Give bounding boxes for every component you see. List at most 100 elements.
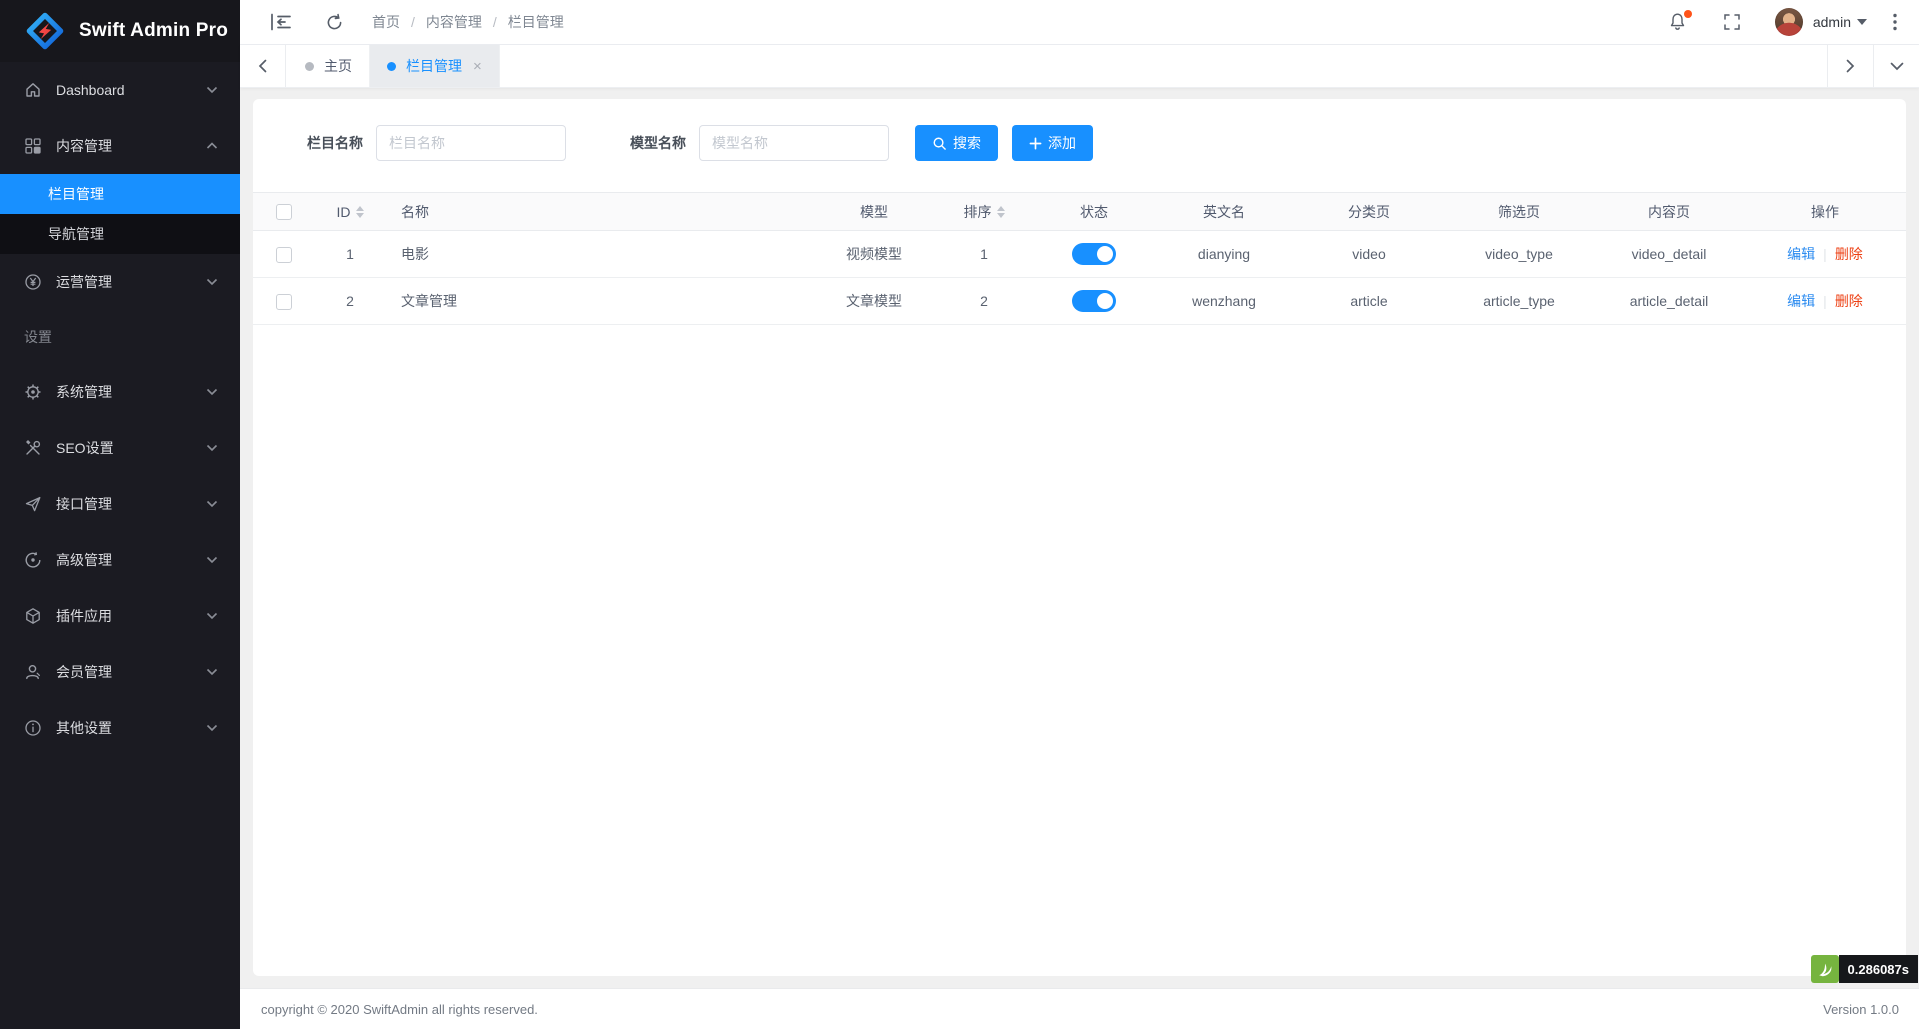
sort-caret-icon[interactable] [356,206,364,218]
breadcrumb-column-mgmt[interactable]: 栏目管理 [508,12,564,32]
cube-icon [24,607,42,625]
notification-bell-icon[interactable] [1668,12,1687,32]
sidebar-item-other-settings[interactable]: 其他设置 [0,700,240,756]
add-button[interactable]: 添加 [1012,125,1093,161]
app-logo[interactable]: Swift Admin Pro [0,0,240,62]
tabs-menu-chevron-icon[interactable] [1873,45,1919,87]
sidebar-submenu-content: 栏目管理 导航管理 [0,174,240,254]
search-button-label: 搜索 [953,133,981,153]
open-tabs: 主页 栏目管理 × [288,45,500,87]
add-button-label: 添加 [1048,133,1076,153]
sidebar-section-settings: 设置 [0,310,240,364]
sidebar: Swift Admin Pro Dashboard 内容管理 [0,0,240,1029]
content-card: 栏目名称 模型名称 搜索 添加 [253,99,1906,976]
sidebar-item-label: 其他设置 [56,718,112,738]
chevron-down-icon [206,556,218,564]
sidebar-item-seo-settings[interactable]: SEO设置 [0,420,240,476]
chevron-down-icon [206,86,218,94]
sidebar-collapse-icon[interactable] [270,13,292,31]
footer: copyright © 2020 SwiftAdmin all rights r… [240,988,1919,1029]
cell-sort: 2 [934,278,1034,325]
delete-link[interactable]: 删除 [1835,293,1863,309]
cell-en-name: dianying [1154,231,1294,278]
sidebar-item-label: 插件应用 [56,606,112,626]
more-options-icon[interactable] [1893,13,1897,31]
cell-filter-page: video_type [1444,231,1594,278]
column-header-filter-page: 筛选页 [1444,193,1594,231]
column-header-id[interactable]: ID [337,204,351,220]
tab-close-icon[interactable]: × [473,59,482,74]
cell-sort: 1 [934,231,1034,278]
cell-category-page: article [1294,278,1444,325]
action-separator: | [1823,293,1827,309]
column-header-actions: 操作 [1744,193,1906,231]
content-area: 栏目名称 模型名称 搜索 添加 [240,88,1919,988]
chevron-down-icon [206,388,218,396]
sidebar-item-label: 会员管理 [56,662,112,682]
send-icon [24,495,42,513]
chevron-down-icon [206,278,218,286]
refresh-icon[interactable] [325,13,344,32]
info-icon [24,719,42,737]
user-avatar[interactable] [1775,8,1803,36]
gear-icon [24,383,42,401]
chevron-down-icon [206,612,218,620]
sidebar-item-plugins[interactable]: 插件应用 [0,588,240,644]
model-name-input[interactable] [699,125,889,161]
column-header-content-page: 内容页 [1594,193,1744,231]
sidebar-item-dashboard[interactable]: Dashboard [0,62,240,118]
app-root: Swift Admin Pro Dashboard 内容管理 [0,0,1919,1029]
delete-link[interactable]: 删除 [1835,246,1863,262]
sidebar-item-column-mgmt[interactable]: 栏目管理 [0,174,240,214]
render-time-value: 0.286087s [1839,955,1918,983]
sidebar-item-label: SEO设置 [56,438,114,458]
cell-content-page: video_detail [1594,231,1744,278]
sidebar-item-member-mgmt[interactable]: 会员管理 [0,644,240,700]
search-icon [932,136,947,151]
status-toggle[interactable] [1072,243,1116,265]
sidebar-item-content-mgmt[interactable]: 内容管理 [0,118,240,174]
sidebar-item-api-mgmt[interactable]: 接口管理 [0,476,240,532]
edit-link[interactable]: 编辑 [1787,246,1815,262]
column-name-input[interactable] [376,125,566,161]
sidebar-item-advanced-mgmt[interactable]: 高级管理 [0,532,240,588]
columns-table: ID 名称 模型 排序 状态 英文名 分类页 筛选页 内容页 操作 [253,192,1906,325]
grid-icon [24,137,42,155]
top-navbar: 首页 / 内容管理 / 栏目管理 admin [240,0,1919,45]
notification-dot [1684,10,1692,18]
sidebar-item-nav-mgmt[interactable]: 导航管理 [0,214,240,254]
search-button[interactable]: 搜索 [915,125,998,161]
cell-name: 文章管理 [385,278,814,325]
row-checkbox[interactable] [276,247,292,263]
sidebar-item-operations-mgmt[interactable]: 运营管理 [0,254,240,310]
row-checkbox[interactable] [276,294,292,310]
cell-name: 电影 [385,231,814,278]
select-all-checkbox[interactable] [276,204,292,220]
status-toggle[interactable] [1072,290,1116,312]
sort-caret-icon[interactable] [997,206,1005,218]
column-name-label: 栏目名称 [307,133,363,153]
user-dropdown-caret-icon[interactable] [1857,19,1867,25]
chevron-down-icon [206,500,218,508]
thinkphp-logo-icon [1811,955,1839,983]
tabs-scroll-right-icon[interactable] [1827,45,1873,87]
chevron-down-icon [206,444,218,452]
copyright-text: copyright © 2020 SwiftAdmin all rights r… [261,1002,538,1017]
logo-diamond-icon [26,12,64,50]
username-label[interactable]: admin [1813,14,1851,30]
sidebar-item-system-mgmt[interactable]: 系统管理 [0,364,240,420]
version-text: Version 1.0.0 [1823,1002,1899,1017]
cell-filter-page: article_type [1444,278,1594,325]
tab-column-mgmt[interactable]: 栏目管理 × [370,45,500,87]
tab-home[interactable]: 主页 [288,45,370,87]
column-header-sort[interactable]: 排序 [964,202,992,222]
tabs-scroll-left-icon[interactable] [240,45,286,87]
edit-link[interactable]: 编辑 [1787,293,1815,309]
breadcrumb-content-mgmt[interactable]: 内容管理 [426,12,482,32]
model-name-label: 模型名称 [630,133,686,153]
table-row: 2 文章管理 文章模型 2 wenzhang article article_t… [253,278,1906,325]
sidebar-item-label: Dashboard [56,82,125,98]
fullscreen-icon[interactable] [1723,13,1741,31]
sidebar-menu: Dashboard 内容管理 栏目管理 导航管理 [0,62,240,1029]
breadcrumb-home[interactable]: 首页 [372,12,400,32]
